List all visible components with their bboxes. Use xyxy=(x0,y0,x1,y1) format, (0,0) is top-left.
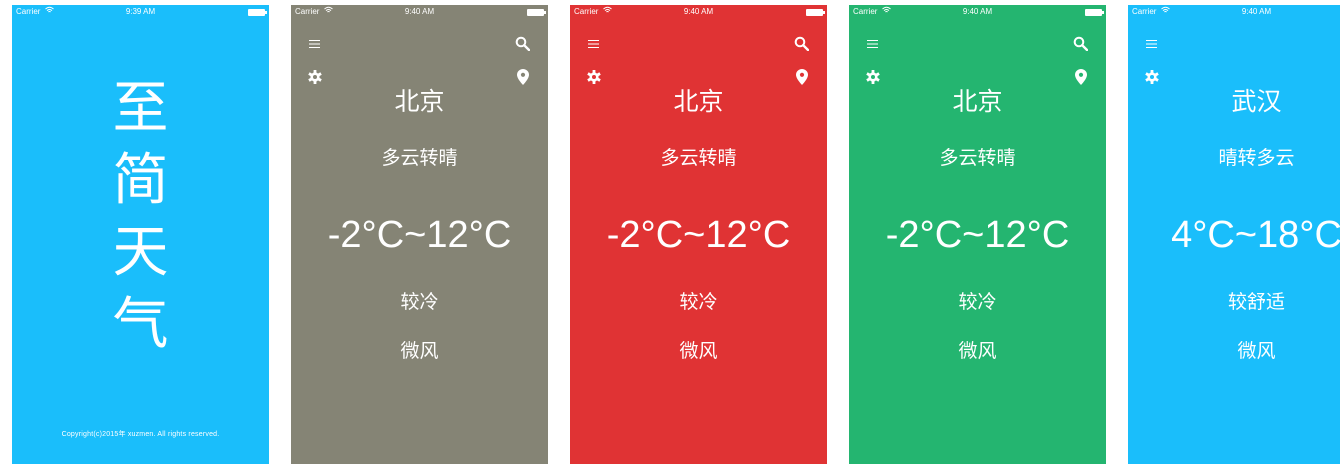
app-title-char: 至 xyxy=(112,76,169,141)
wind-level: 微风 xyxy=(958,340,997,362)
status-time: 9:40 AM xyxy=(404,7,435,16)
city-name: 北京 xyxy=(394,87,445,116)
status-bar: Carrier 9:40 AM xyxy=(291,5,548,19)
gear-icon[interactable] xyxy=(587,70,601,84)
status-bar: Carrier 9:39 AM xyxy=(12,5,269,19)
wind-level: 微风 xyxy=(1237,340,1276,362)
search-icon[interactable] xyxy=(515,36,530,51)
copyright-text: Copyright(c)2015年 xuzmen. All rights res… xyxy=(61,431,220,438)
location-pin-icon[interactable] xyxy=(796,69,808,85)
status-time: 9:39 AM xyxy=(125,7,156,16)
comfort-level: 较冷 xyxy=(958,291,997,313)
menu-icon[interactable] xyxy=(867,40,878,48)
comfort-level: 较冷 xyxy=(400,291,439,313)
status-time: 9:40 AM xyxy=(1241,7,1272,16)
app-title-char: 气 xyxy=(112,292,169,357)
search-icon[interactable] xyxy=(794,36,809,51)
temperature-range: -2°C~12°C xyxy=(885,214,1070,256)
temperature-range: -2°C~12°C xyxy=(606,214,791,256)
temperature-range: -2°C~12°C xyxy=(327,214,512,256)
app-title: 至 简 天 气 xyxy=(12,73,269,361)
location-pin-icon[interactable] xyxy=(517,69,529,85)
wind-level: 微风 xyxy=(679,340,718,362)
menu-icon[interactable] xyxy=(588,40,599,48)
status-bar: Carrier 9:40 AM xyxy=(849,5,1106,19)
weather-condition: 晴转多云 xyxy=(1218,147,1295,169)
city-name: 武汉 xyxy=(1231,87,1282,116)
battery-icon xyxy=(1085,9,1104,16)
gear-icon[interactable] xyxy=(1145,70,1159,84)
status-time: 9:40 AM xyxy=(962,7,993,16)
app-title-char: 简 xyxy=(112,148,169,213)
gear-icon[interactable] xyxy=(866,70,880,84)
status-time: 9:40 AM xyxy=(683,7,714,16)
city-name: 北京 xyxy=(952,87,1003,116)
temperature-range: 4°C~18°C xyxy=(1171,214,1340,256)
weather-condition: 多云转晴 xyxy=(660,147,737,169)
weather-condition: 多云转晴 xyxy=(381,147,458,169)
status-bar: Carrier 9:40 AM xyxy=(1128,5,1340,19)
splash-screen: Carrier 9:39 AM 至 简 天 气 Copyright(c)2015… xyxy=(12,5,269,464)
gear-icon[interactable] xyxy=(308,70,322,84)
weather-condition: 多云转晴 xyxy=(939,147,1016,169)
menu-icon[interactable] xyxy=(1146,40,1157,48)
city-name: 北京 xyxy=(673,87,724,116)
weather-screen: Carrier 9:40 AM 武汉 晴转多云 4°C~18°C 较舒适 微风 xyxy=(1128,5,1340,464)
wind-level: 微风 xyxy=(400,340,439,362)
weather-screen: Carrier 9:40 AM 北京 多云转晴 -2°C~12°C 较冷 微风 xyxy=(570,5,827,464)
menu-icon[interactable] xyxy=(309,40,320,48)
status-bar: Carrier 9:40 AM xyxy=(570,5,827,19)
app-title-char: 天 xyxy=(112,220,169,285)
battery-icon xyxy=(248,9,267,16)
location-pin-icon[interactable] xyxy=(1075,69,1087,85)
search-icon[interactable] xyxy=(1073,36,1088,51)
weather-screen: Carrier 9:40 AM 北京 多云转晴 -2°C~12°C 较冷 微风 xyxy=(291,5,548,464)
comfort-level: 较冷 xyxy=(679,291,718,313)
battery-icon xyxy=(527,9,546,16)
comfort-level: 较舒适 xyxy=(1227,291,1285,313)
weather-screen: Carrier 9:40 AM 北京 多云转晴 -2°C~12°C 较冷 微风 xyxy=(849,5,1106,464)
battery-icon xyxy=(806,9,825,16)
